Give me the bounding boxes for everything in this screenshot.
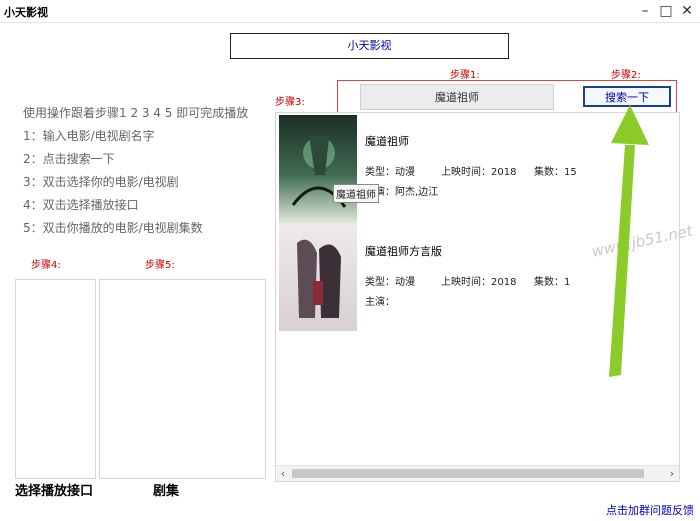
- movie-title: 魔道祖师: [365, 135, 409, 148]
- movie-cast: 主演：: [365, 297, 395, 308]
- movie-title: 魔道祖师方言版: [365, 245, 442, 258]
- close-button[interactable]: ✕: [678, 2, 696, 20]
- step5-label: 步骤5:: [145, 260, 175, 271]
- interface-list[interactable]: [15, 279, 96, 479]
- instruction-line: 1：输入电影/电视剧名字: [23, 129, 155, 143]
- movie-type: 类型：动漫: [365, 167, 415, 178]
- scroll-right-icon[interactable]: ›: [665, 466, 679, 481]
- annotation-arrow-icon: [609, 105, 649, 377]
- poster-image: [279, 223, 357, 331]
- instruction-line: 3：双击选择你的电影/电视剧: [23, 175, 179, 189]
- title-bar: 小天影视 – □ ✕: [0, 0, 700, 23]
- scroll-left-icon[interactable]: ‹: [276, 466, 290, 481]
- poster-image: [279, 115, 357, 223]
- episodes-list[interactable]: [99, 279, 266, 479]
- movie-date: 上映时间：2018: [441, 277, 517, 288]
- movie-date: 上映时间：2018: [441, 167, 517, 178]
- episodes-label: 剧集: [153, 484, 180, 499]
- movie-episodes: 集数：1: [534, 277, 571, 288]
- instruction-line: 使用操作跟着步骤1 2 3 4 5 即可完成播放: [23, 106, 249, 120]
- step2-label: 步骤2:: [611, 70, 641, 81]
- step4-label: 步骤4:: [31, 260, 61, 271]
- step3-label: 步骤3:: [275, 97, 305, 108]
- feedback-link[interactable]: 点击加群问题反馈: [606, 502, 694, 518]
- movie-episodes: 集数：15: [534, 167, 577, 178]
- instruction-line: 5：双击你播放的电影/电视剧集数: [23, 221, 203, 235]
- app-banner: 小天影视: [230, 33, 509, 59]
- minimize-button[interactable]: –: [636, 2, 654, 20]
- horizontal-scrollbar[interactable]: ‹ ›: [276, 465, 679, 481]
- tooltip: 魔道祖师: [333, 184, 379, 203]
- step1-label: 步骤1:: [450, 70, 480, 81]
- search-input[interactable]: [360, 84, 554, 110]
- maximize-button[interactable]: □: [657, 2, 675, 20]
- search-button[interactable]: 搜索一下: [583, 86, 671, 107]
- scrollbar-thumb[interactable]: [292, 469, 644, 478]
- instruction-line: 4：双击选择播放接口: [23, 198, 139, 212]
- interface-label: 选择播放接口: [15, 484, 94, 499]
- movie-type: 类型：动漫: [365, 277, 415, 288]
- window-title: 小天影视: [4, 6, 48, 19]
- instruction-line: 2：点击搜索一下: [23, 152, 115, 166]
